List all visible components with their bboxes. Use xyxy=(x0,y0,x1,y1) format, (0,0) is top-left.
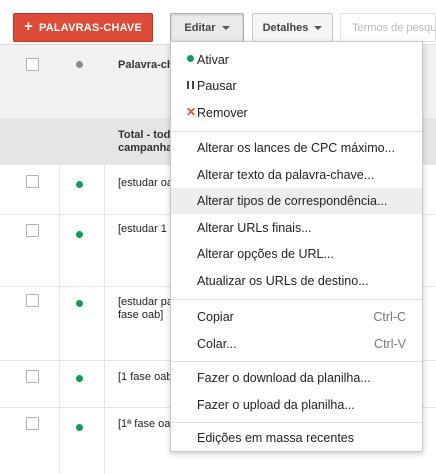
menu-item-atualizar-urls-destino[interactable]: Atualizar os URLs de destino... xyxy=(171,268,422,294)
menu-item-label: Fazer o upload da planilha... xyxy=(197,398,355,412)
menu-item-alterar-lances[interactable]: Alterar os lances de CPC máximo... xyxy=(171,135,422,161)
menu-item-alterar-opcoes-url[interactable]: Alterar opções de URL... xyxy=(171,241,422,267)
menu-separator xyxy=(171,299,422,300)
pause-icon xyxy=(187,81,194,89)
menu-item-alterar-tipos[interactable]: Alterar tipos de correspondência... xyxy=(171,188,422,214)
menu-item-remover[interactable]: ✕ Remover xyxy=(171,100,422,126)
menu-separator xyxy=(171,131,422,132)
details-button[interactable]: Detalhes xyxy=(252,13,333,42)
menu-separator xyxy=(171,422,422,423)
enabled-dot-icon xyxy=(187,55,194,62)
enabled-status-icon[interactable] xyxy=(76,231,83,238)
menu-item-label: Copiar xyxy=(197,310,234,324)
select-all-checkbox[interactable] xyxy=(26,58,39,71)
search-terms-label: Termos de pesquisa xyxy=(352,21,436,34)
menu-separator xyxy=(171,361,422,362)
row-checkbox[interactable] xyxy=(26,175,39,188)
row-checkbox[interactable] xyxy=(26,294,39,307)
menu-item-label: Edições em massa recentes xyxy=(197,431,355,445)
details-label: Detalhes xyxy=(262,21,309,34)
add-keywords-label: PALAVRAS-CHAVE xyxy=(38,21,142,34)
menu-item-label: Colar... xyxy=(197,337,237,351)
add-keywords-button[interactable]: + PALAVRAS-CHAVE xyxy=(13,13,153,42)
menu-item-pausar[interactable]: Pausar xyxy=(171,73,422,99)
menu-item-alterar-texto[interactable]: Alterar texto da palavra-chave... xyxy=(171,162,422,188)
chevron-down-icon xyxy=(314,25,323,30)
toolbar: + PALAVRAS-CHAVE Editar Detalhes Termos … xyxy=(0,0,436,44)
close-icon: ✕ xyxy=(186,105,197,119)
menu-item-label: Ativar xyxy=(197,53,229,67)
menu-item-shortcut: Ctrl-C xyxy=(373,310,406,324)
row-checkbox[interactable] xyxy=(26,370,39,383)
menu-item-label: Atualizar os URLs de destino... xyxy=(197,274,369,288)
keyword-text[interactable]: [1 fase oab] xyxy=(118,371,176,384)
menu-item-shortcut: Ctrl-V xyxy=(374,337,406,351)
menu-item-alterar-urls-finais[interactable]: Alterar URLs finais... xyxy=(171,215,422,241)
menu-item-label: Alterar texto da palavra-chave... xyxy=(197,168,375,182)
enabled-status-icon[interactable] xyxy=(76,181,83,188)
enabled-status-icon[interactable] xyxy=(76,424,83,431)
menu-item-edicoes-massa[interactable]: Edições em massa recentes xyxy=(171,425,422,451)
edit-label: Editar xyxy=(184,21,216,34)
menu-item-upload-planilha[interactable]: Fazer o upload da planilha... xyxy=(171,392,422,418)
menu-item-label: Remover xyxy=(197,106,248,120)
menu-item-copiar[interactable]: Copiar Ctrl-C xyxy=(171,304,422,330)
search-terms-button[interactable]: Termos de pesquisa xyxy=(340,13,436,42)
menu-item-label: Alterar tipos de correspondência... xyxy=(197,194,388,208)
menu-item-download-planilha[interactable]: Fazer o download da planilha... xyxy=(171,365,422,391)
edit-button[interactable]: Editar xyxy=(170,13,244,42)
keyword-text-line2[interactable]: fase oab] xyxy=(118,309,163,322)
chevron-down-icon xyxy=(221,25,230,30)
menu-item-label: Pausar xyxy=(197,79,237,93)
menu-item-label: Alterar opções de URL... xyxy=(197,247,334,261)
menu-item-label: Alterar os lances de CPC máximo... xyxy=(197,141,395,155)
menu-item-ativar[interactable]: Ativar xyxy=(171,47,422,73)
row-checkbox[interactable] xyxy=(26,224,39,237)
row-checkbox[interactable] xyxy=(26,417,39,430)
plus-icon: + xyxy=(24,18,33,35)
menu-item-colar[interactable]: Colar... Ctrl-V xyxy=(171,331,422,357)
menu-item-label: Alterar URLs finais... xyxy=(197,221,312,235)
status-column-icon xyxy=(76,61,83,68)
menu-item-label: Fazer o download da planilha... xyxy=(197,371,371,385)
edit-dropdown-menu: Ativar Pausar ✕ Remover Alterar os lance… xyxy=(170,41,423,452)
enabled-status-icon[interactable] xyxy=(76,300,83,307)
enabled-status-icon[interactable] xyxy=(76,375,83,382)
